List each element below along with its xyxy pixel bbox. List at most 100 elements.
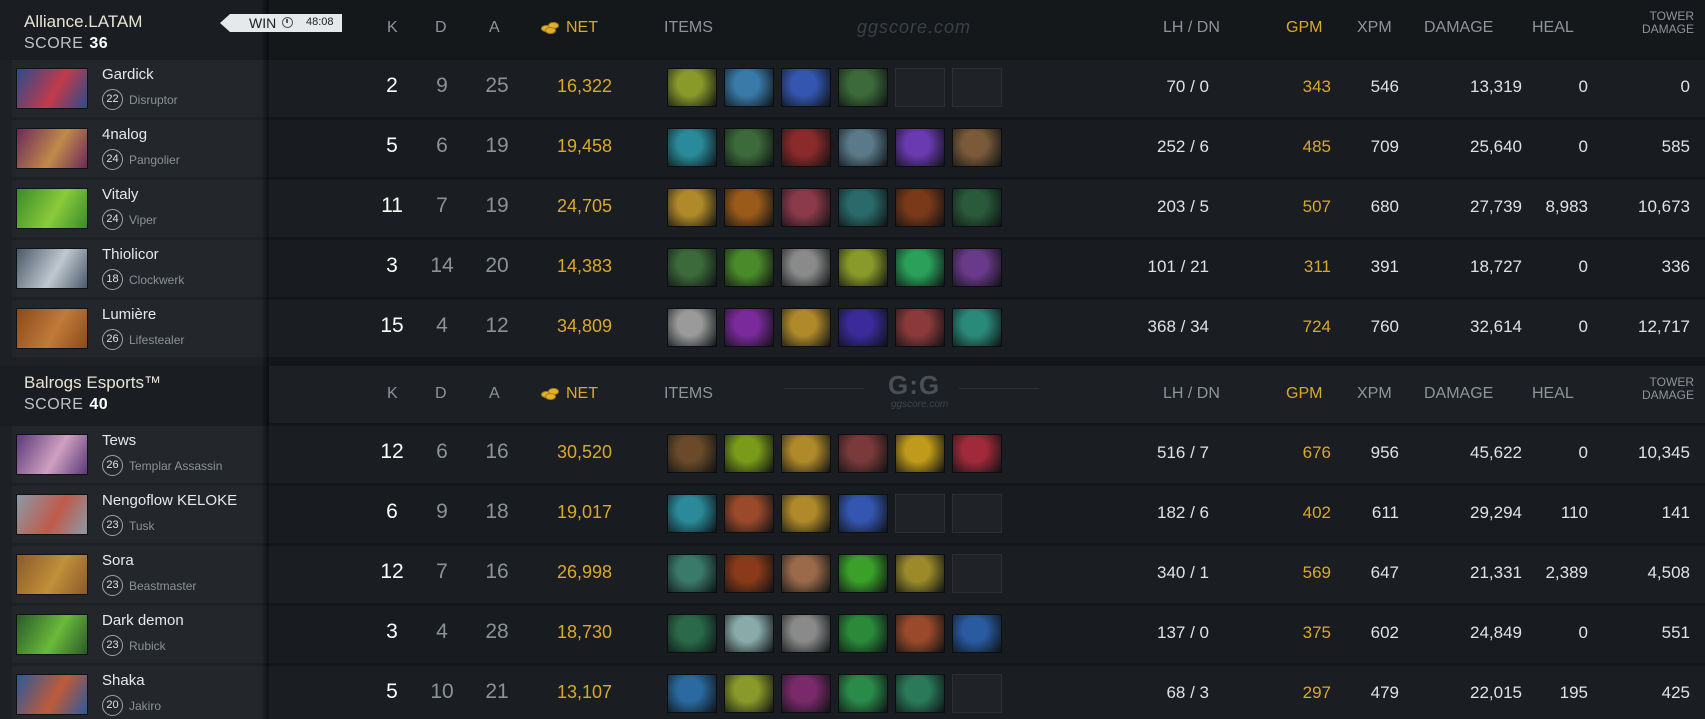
player-card[interactable]: Gardick 22 Disruptor xyxy=(12,60,269,117)
col-tower-damage-header[interactable]: TOWER DAMAGE xyxy=(1619,376,1694,402)
col-tower-damage-header[interactable]: TOWER DAMAGE xyxy=(1619,10,1694,36)
item-icon[interactable] xyxy=(838,128,888,167)
col-d-header[interactable]: D xyxy=(435,385,447,403)
col-lh-dn-header[interactable]: LH / DN xyxy=(1163,19,1220,37)
item-icon[interactable] xyxy=(952,308,1002,347)
col-gpm-header[interactable]: GPM xyxy=(1286,385,1322,403)
item-icon[interactable] xyxy=(667,308,717,347)
item-icon[interactable] xyxy=(838,434,888,473)
item-icon[interactable] xyxy=(781,554,831,593)
item-icon[interactable] xyxy=(895,128,945,167)
item-icon[interactable] xyxy=(952,248,1002,287)
col-net-header[interactable]: NET xyxy=(541,19,598,37)
player-name[interactable]: Tews xyxy=(102,432,136,449)
player-name[interactable]: Nengoflow KELOKE xyxy=(102,492,237,509)
item-icon[interactable] xyxy=(667,434,717,473)
col-items-header[interactable]: ITEMS xyxy=(664,385,713,403)
player-name[interactable]: Lumière xyxy=(102,306,156,323)
item-icon[interactable] xyxy=(724,434,774,473)
net-worth-value: 19,458 xyxy=(557,136,613,156)
item-icon[interactable] xyxy=(724,554,774,593)
player-card[interactable]: Tews 26 Templar Assassin xyxy=(12,426,269,483)
item-icon[interactable] xyxy=(781,308,831,347)
player-card[interactable]: 4nalog 24 Pangolier xyxy=(12,120,269,177)
col-items-header[interactable]: ITEMS xyxy=(664,19,713,37)
col-lh-dn-header[interactable]: LH / DN xyxy=(1163,385,1220,403)
player-name[interactable]: Gardick xyxy=(102,66,154,83)
player-name[interactable]: 4nalog xyxy=(102,126,147,143)
item-icon[interactable] xyxy=(838,674,888,713)
player-card[interactable]: Shaka 20 Jakiro xyxy=(12,666,269,719)
item-icon[interactable] xyxy=(724,614,774,653)
player-name[interactable]: Shaka xyxy=(102,672,145,689)
col-k-header[interactable]: K xyxy=(387,385,398,403)
player-name[interactable]: Dark demon xyxy=(102,612,184,629)
item-icon[interactable] xyxy=(952,434,1002,473)
player-card[interactable]: Lumière 26 Lifestealer xyxy=(12,300,269,357)
item-icon[interactable] xyxy=(952,128,1002,167)
col-xpm-header[interactable]: XPM xyxy=(1357,19,1392,37)
team-name[interactable]: Alliance.LATAM xyxy=(24,12,142,32)
item-icon[interactable] xyxy=(667,128,717,167)
item-icon[interactable] xyxy=(667,68,717,107)
item-icon[interactable] xyxy=(781,68,831,107)
item-icon[interactable] xyxy=(724,674,774,713)
item-icon[interactable] xyxy=(667,494,717,533)
item-icon[interactable] xyxy=(781,188,831,227)
item-icon[interactable] xyxy=(838,248,888,287)
col-net-header[interactable]: NET xyxy=(541,385,598,403)
item-icon[interactable] xyxy=(838,188,888,227)
item-icon[interactable] xyxy=(667,614,717,653)
item-icon[interactable] xyxy=(895,614,945,653)
item-icon[interactable] xyxy=(895,554,945,593)
item-icon[interactable] xyxy=(724,68,774,107)
col-damage-header[interactable]: DAMAGE xyxy=(1424,385,1493,403)
col-heal-header[interactable]: HEAL xyxy=(1532,385,1574,403)
item-icon[interactable] xyxy=(838,68,888,107)
col-heal-header[interactable]: HEAL xyxy=(1532,19,1574,37)
item-icon[interactable] xyxy=(895,674,945,713)
item-icon[interactable] xyxy=(895,248,945,287)
col-a-header[interactable]: A xyxy=(489,19,500,37)
item-icon[interactable] xyxy=(781,494,831,533)
col-d-header[interactable]: D xyxy=(435,19,447,37)
item-icon[interactable] xyxy=(838,554,888,593)
item-icon[interactable] xyxy=(781,128,831,167)
item-icon[interactable] xyxy=(838,308,888,347)
item-icon[interactable] xyxy=(952,188,1002,227)
col-gpm-header[interactable]: GPM xyxy=(1286,19,1322,37)
item-icon[interactable] xyxy=(838,494,888,533)
item-icon[interactable] xyxy=(781,674,831,713)
player-name[interactable]: Vitaly xyxy=(102,186,138,203)
player-card[interactable]: Vitaly 24 Viper xyxy=(12,180,269,237)
col-a-header[interactable]: A xyxy=(489,385,500,403)
item-icon[interactable] xyxy=(895,188,945,227)
item-icon[interactable] xyxy=(724,128,774,167)
col-damage-header[interactable]: DAMAGE xyxy=(1424,19,1493,37)
item-icon[interactable] xyxy=(952,614,1002,653)
player-card[interactable]: Thiolicor 18 Clockwerk xyxy=(12,240,269,297)
item-icon[interactable] xyxy=(667,554,717,593)
col-xpm-header[interactable]: XPM xyxy=(1357,385,1392,403)
hero-name: Pangolier xyxy=(129,153,180,167)
item-icon[interactable] xyxy=(724,188,774,227)
item-icon[interactable] xyxy=(667,674,717,713)
player-card[interactable]: Sora 23 Beastmaster xyxy=(12,546,269,603)
item-icon[interactable] xyxy=(724,308,774,347)
item-icon[interactable] xyxy=(724,494,774,533)
item-icon[interactable] xyxy=(838,614,888,653)
team-name[interactable]: Balrogs Esports™ xyxy=(24,373,161,393)
item-icon[interactable] xyxy=(781,248,831,287)
col-k-header[interactable]: K xyxy=(387,19,398,37)
item-icon[interactable] xyxy=(667,188,717,227)
item-icon[interactable] xyxy=(781,614,831,653)
item-icon[interactable] xyxy=(781,434,831,473)
item-icon[interactable] xyxy=(667,248,717,287)
item-icon[interactable] xyxy=(895,434,945,473)
item-icon[interactable] xyxy=(724,248,774,287)
item-icon[interactable] xyxy=(895,308,945,347)
player-name[interactable]: Sora xyxy=(102,552,134,569)
player-name[interactable]: Thiolicor xyxy=(102,246,159,263)
player-card[interactable]: Nengoflow KELOKE 23 Tusk xyxy=(12,486,269,543)
player-card[interactable]: Dark demon 23 Rubick xyxy=(12,606,269,663)
